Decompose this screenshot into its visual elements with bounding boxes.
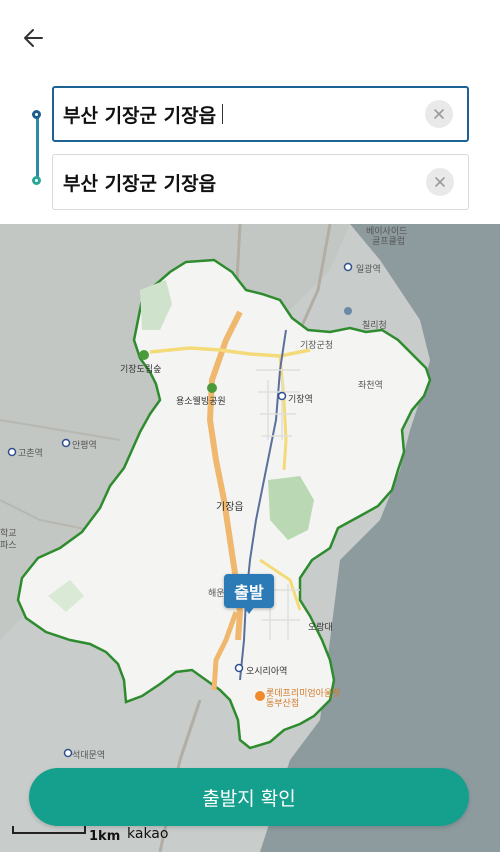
- origin-field[interactable]: 부산 기장군 기장읍: [52, 86, 469, 142]
- destination-input-text: 부산 기장군 기장읍: [63, 172, 217, 195]
- place-label: 일광역: [356, 265, 381, 275]
- place-label: 안평역: [72, 441, 97, 451]
- place-label: 좌천역: [358, 381, 383, 391]
- park-pin: [139, 350, 149, 360]
- origin-dot: [32, 110, 41, 119]
- station-marker: [234, 663, 244, 673]
- place-label: 기장읍: [216, 502, 244, 513]
- arrow-left-icon: [24, 29, 43, 47]
- departure-marker[interactable]: 출발: [224, 574, 274, 608]
- departure-marker-tip: [243, 606, 255, 614]
- map-view[interactable]: 베이사이드 골프클럽 일광역 칠리청 좌천역 기장군청 기장역 용소웰빙공원 기…: [0, 224, 500, 852]
- destination-dot: [32, 176, 41, 185]
- place-label: 오랑대: [308, 623, 333, 633]
- confirm-origin-button[interactable]: 출발지 확인: [29, 768, 469, 826]
- back-button[interactable]: [18, 22, 50, 54]
- close-icon: [434, 109, 444, 119]
- origin-input-text: 부산 기장군 기장읍: [63, 104, 217, 127]
- scale-label: 1km: [89, 829, 121, 844]
- station-marker: [7, 447, 17, 457]
- scale-bar: [12, 826, 86, 834]
- place-label: 동부산점: [266, 699, 300, 709]
- station-marker: [343, 262, 353, 272]
- place-label: 파스: [0, 541, 17, 551]
- destination-clear-button[interactable]: [426, 168, 454, 196]
- station-marker: [63, 748, 73, 758]
- place-label: 기장도립숲: [120, 365, 162, 375]
- text-cursor: [222, 104, 224, 124]
- place-label: 골프클럽: [372, 237, 406, 247]
- search-header: 부산 기장군 기장읍 부산 기장군 기장읍: [0, 0, 500, 224]
- place-label: 오시리아역: [246, 667, 288, 677]
- poi-pin: [344, 307, 352, 315]
- poi-pin: [255, 691, 265, 701]
- place-label: 고촌역: [18, 449, 43, 459]
- close-icon: [435, 177, 445, 187]
- route-connector-line: [36, 114, 39, 180]
- origin-clear-button[interactable]: [425, 100, 453, 128]
- station-marker: [277, 391, 287, 401]
- park-pin: [207, 383, 217, 393]
- place-label: 칠리청: [362, 321, 387, 331]
- station-marker: [61, 438, 71, 448]
- destination-field[interactable]: 부산 기장군 기장읍: [52, 154, 469, 210]
- place-label: 기장역: [288, 395, 313, 405]
- map-brand-logo: kakao: [127, 826, 169, 842]
- place-label: 석대문역: [72, 751, 106, 761]
- place-label: 용소웰빙공원: [176, 397, 226, 407]
- place-label: 기장군청: [300, 341, 334, 351]
